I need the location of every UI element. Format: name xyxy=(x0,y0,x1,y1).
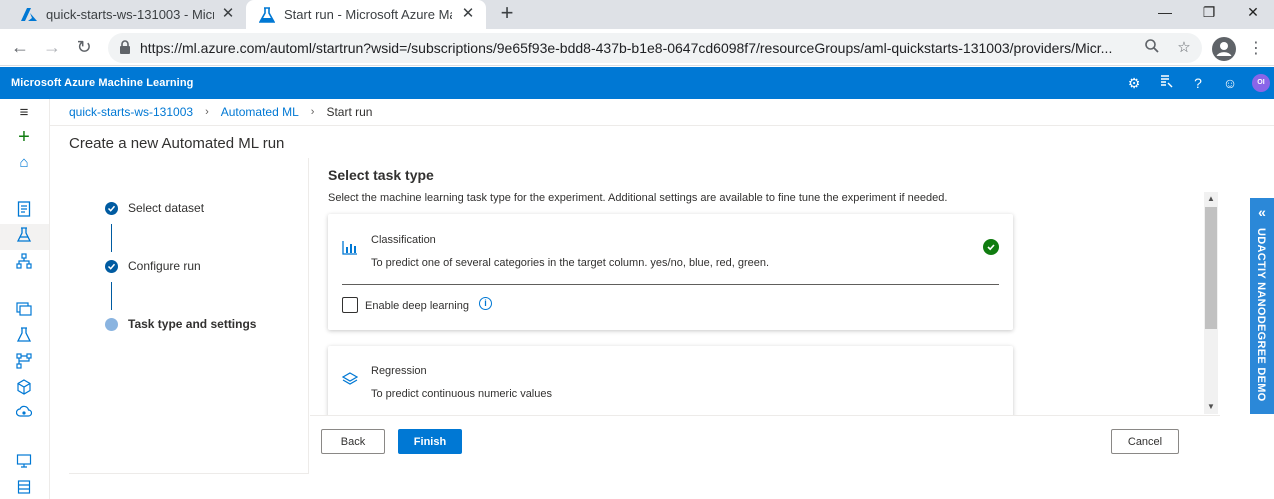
tab-title: quick-starts-ws-131003 - Microsoft Azure… xyxy=(46,7,214,22)
task-title: Classification xyxy=(371,234,436,246)
zoom-icon[interactable] xyxy=(1142,38,1162,58)
deep-learning-label[interactable]: Enable deep learning xyxy=(365,300,469,312)
step-task-type[interactable]: Task type and settings xyxy=(105,317,256,331)
chevron-right-icon: › xyxy=(205,106,209,118)
section-title: Select task type xyxy=(328,167,434,183)
back-arrow-icon[interactable]: ← xyxy=(9,36,31,58)
current-step-dot-icon xyxy=(105,317,118,331)
finish-button[interactable]: Finish xyxy=(398,429,462,454)
breadcrumb-divider xyxy=(50,125,1274,126)
step-label: Configure run xyxy=(128,259,201,273)
selected-check-icon xyxy=(983,239,999,255)
browser-tab-bar: quick-starts-ws-131003 - Microsoft Azure… xyxy=(0,0,1274,29)
url-omnibox[interactable]: https://ml.azure.com/automl/startrun?wsi… xyxy=(108,33,1202,63)
url-text[interactable]: https://ml.azure.com/automl/startrun?wsi… xyxy=(140,40,1140,56)
chevron-right-icon: › xyxy=(310,106,315,118)
brand-title[interactable]: Microsoft Azure Machine Learning xyxy=(11,77,193,89)
restore-icon[interactable]: ❐ xyxy=(1194,2,1224,24)
reload-icon[interactable]: ↻ xyxy=(73,36,95,58)
task-description: To predict continuous numeric values xyxy=(371,388,552,400)
scrollbar-thumb[interactable] xyxy=(1205,207,1217,329)
create-new-icon[interactable]: + xyxy=(14,127,34,147)
gear-icon[interactable]: ⚙ xyxy=(1125,74,1143,92)
checkmark-icon xyxy=(105,201,118,215)
window-close-icon[interactable]: ✕ xyxy=(1238,2,1268,24)
help-icon[interactable]: ? xyxy=(1189,74,1207,92)
double-chevron-left-icon[interactable]: « xyxy=(1250,204,1274,220)
bar-chart-icon xyxy=(342,241,357,255)
checkmark-icon xyxy=(105,259,118,273)
deep-learning-checkbox[interactable] xyxy=(342,297,358,313)
footer-divider xyxy=(310,415,1220,416)
designer-icon[interactable] xyxy=(14,253,34,273)
step-label: Select dataset xyxy=(128,201,205,215)
section-subtitle: Select the machine learning task type fo… xyxy=(328,192,948,204)
breadcrumb-automl-link[interactable]: Automated ML xyxy=(221,105,299,119)
user-avatar[interactable]: OI xyxy=(1252,74,1270,92)
pipelines-icon[interactable] xyxy=(14,353,34,373)
automated-ml-icon[interactable] xyxy=(14,227,34,247)
new-tab-button[interactable]: + xyxy=(496,2,518,25)
notebooks-icon[interactable] xyxy=(14,201,34,221)
close-icon[interactable]: ✕ xyxy=(460,6,476,22)
step-configure-run[interactable]: Configure run xyxy=(105,259,201,273)
breadcrumb-current: Start run xyxy=(326,105,373,119)
close-icon[interactable]: ✕ xyxy=(220,6,236,22)
tab-title: Start run - Microsoft Azure Machine Lear… xyxy=(284,7,452,22)
step-label: Task type and settings xyxy=(128,317,257,331)
cancel-button[interactable]: Cancel xyxy=(1111,429,1179,454)
address-bar: ← → ↻ https://ml.azure.com/automl/startr… xyxy=(0,29,1274,66)
page-title: Create a new Automated ML run xyxy=(69,135,285,152)
profile-avatar-icon[interactable] xyxy=(1212,37,1236,61)
ribbon-text: UDACTIY NANODEGREE DEMO xyxy=(1255,228,1267,402)
task-card-regression[interactable]: Regression To predict continuous numeric… xyxy=(328,346,1013,415)
info-icon[interactable]: i xyxy=(479,297,492,310)
side-ribbon[interactable]: « UDACTIY NANODEGREE DEMO xyxy=(1250,198,1274,414)
task-type-list: Classification To predict one of several… xyxy=(310,205,1210,415)
browser-menu-icon[interactable]: ⋮ xyxy=(1248,37,1264,61)
datastores-icon[interactable] xyxy=(14,479,34,499)
home-icon[interactable]: ⌂ xyxy=(14,153,34,173)
step-connector xyxy=(111,224,112,252)
endpoints-icon[interactable] xyxy=(14,405,34,425)
left-nav-rail: ≡ + ⌂ xyxy=(0,99,50,499)
lock-icon xyxy=(120,40,130,54)
browser-tab-start-run[interactable]: Start run - Microsoft Azure Machine Lear… xyxy=(246,0,486,29)
forward-arrow-icon[interactable]: → xyxy=(41,36,63,58)
card-divider xyxy=(342,284,999,285)
step-select-dataset[interactable]: Select dataset xyxy=(105,201,204,215)
compute-icon[interactable] xyxy=(14,453,34,473)
task-title: Regression xyxy=(371,365,427,377)
wizard-steps: Select dataset Configure run Task type a… xyxy=(69,158,309,474)
browser-tab-workspace[interactable]: quick-starts-ws-131003 - Microsoft Azure… xyxy=(8,0,246,29)
minimize-icon[interactable]: — xyxy=(1150,2,1180,24)
experiments-icon[interactable] xyxy=(14,327,34,347)
azure-header: Microsoft Azure Machine Learning ⚙ ? ☺ O… xyxy=(0,67,1274,99)
azure-logo-icon xyxy=(20,6,38,24)
layers-icon xyxy=(342,372,358,385)
task-description: To predict one of several categories in … xyxy=(371,257,770,269)
breadcrumb-workspace-link[interactable]: quick-starts-ws-131003 xyxy=(69,105,193,119)
task-card-classification[interactable]: Classification To predict one of several… xyxy=(328,214,1013,330)
flask-icon xyxy=(258,6,276,24)
scroll-up-arrow-icon[interactable]: ▲ xyxy=(1204,192,1218,206)
notebook-icon[interactable] xyxy=(1157,74,1175,92)
scroll-down-arrow-icon[interactable]: ▼ xyxy=(1204,400,1218,414)
models-icon[interactable] xyxy=(14,379,34,399)
datasets-icon[interactable] xyxy=(14,301,34,321)
feedback-smiley-icon[interactable]: ☺ xyxy=(1221,74,1239,92)
back-button[interactable]: Back xyxy=(321,429,385,454)
step-connector xyxy=(111,282,112,310)
hamburger-menu-icon[interactable]: ≡ xyxy=(14,103,34,123)
bookmark-star-icon[interactable]: ☆ xyxy=(1174,38,1194,58)
breadcrumb: quick-starts-ws-131003 › Automated ML › … xyxy=(69,105,372,119)
